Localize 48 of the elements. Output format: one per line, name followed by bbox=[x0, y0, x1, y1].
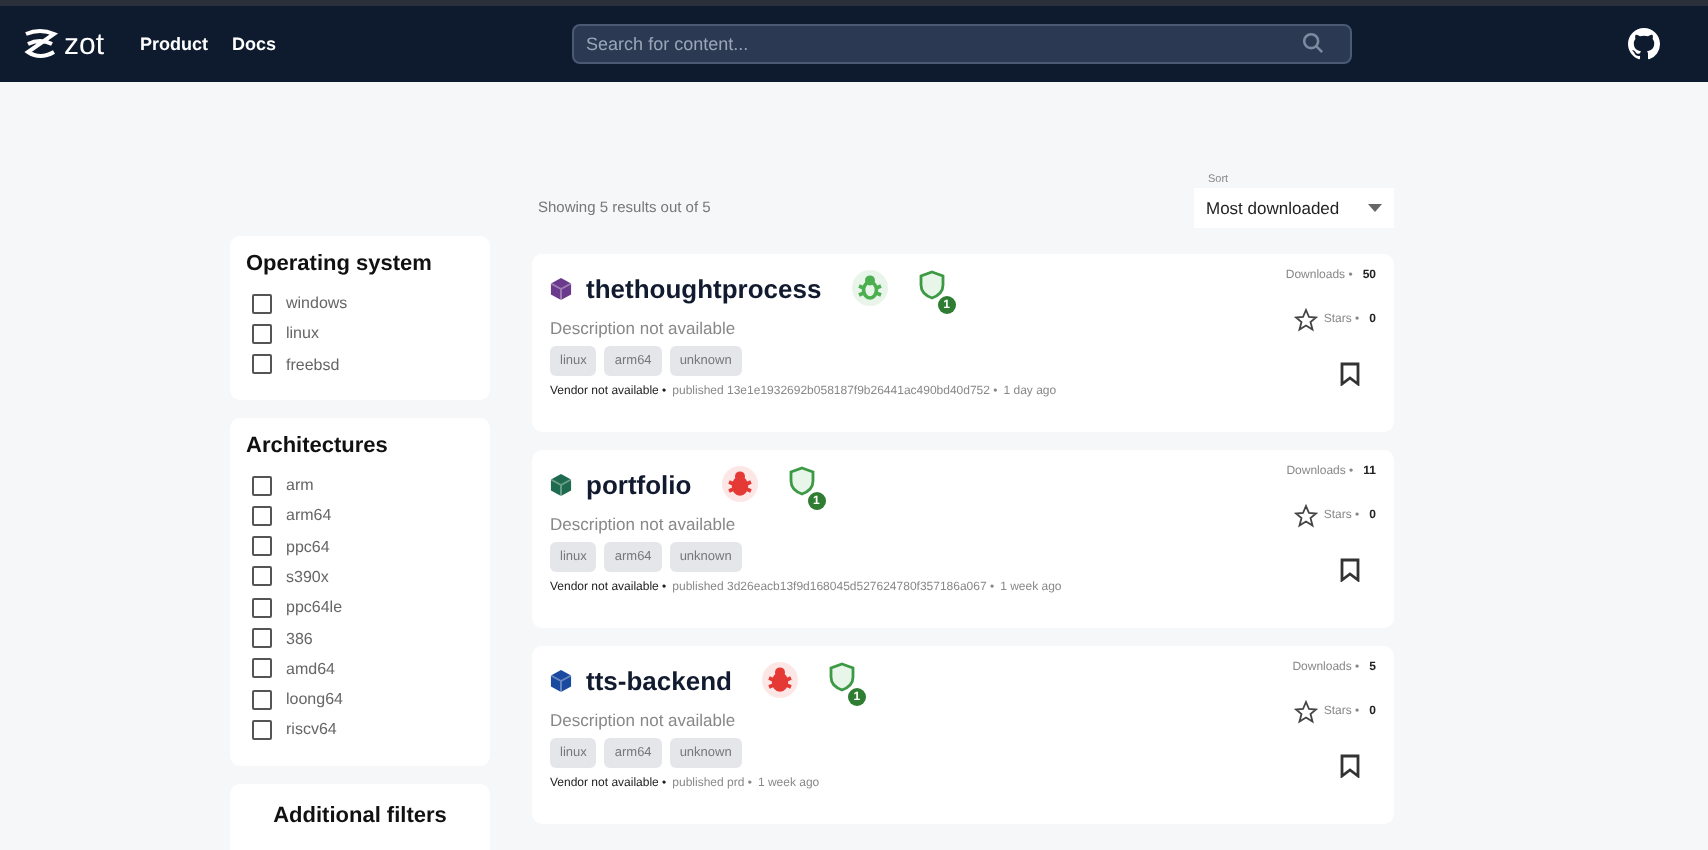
repo-name[interactable]: tts-backend bbox=[586, 665, 732, 695]
checkbox[interactable] bbox=[252, 689, 272, 710]
checkbox[interactable] bbox=[252, 323, 272, 344]
star-icon[interactable] bbox=[1293, 504, 1318, 528]
checkbox[interactable] bbox=[252, 597, 272, 618]
filter-option-label[interactable]: riscv64 bbox=[286, 720, 337, 739]
filter-option-label[interactable]: 386 bbox=[286, 629, 313, 648]
checkbox[interactable] bbox=[252, 658, 272, 679]
repo-description: Description not available bbox=[550, 514, 738, 534]
filter-title: Architectures bbox=[246, 433, 390, 458]
checkbox[interactable] bbox=[252, 505, 272, 526]
repo-description: Description not available bbox=[550, 318, 738, 338]
star-icon[interactable] bbox=[1293, 700, 1318, 724]
nav-link[interactable]: Docs bbox=[232, 34, 277, 54]
checkbox[interactable] bbox=[252, 628, 272, 649]
filter-option-label[interactable]: ppc64le bbox=[286, 598, 343, 617]
github-icon[interactable] bbox=[1628, 28, 1661, 60]
filter-option-label[interactable]: arm bbox=[286, 476, 314, 495]
bookmark-icon[interactable] bbox=[1340, 754, 1360, 778]
filter-option-label[interactable]: s390x bbox=[286, 567, 329, 586]
filter-option-label[interactable]: amd64 bbox=[286, 659, 335, 678]
filter-option-label[interactable]: ppc64 bbox=[286, 537, 330, 556]
checkbox[interactable] bbox=[252, 536, 272, 557]
star-icon[interactable] bbox=[1293, 308, 1318, 332]
checkbox[interactable] bbox=[252, 475, 272, 496]
logo-icon bbox=[20, 28, 60, 60]
filter-title: Operating system bbox=[246, 252, 434, 276]
filter-option-label[interactable]: freebsd bbox=[286, 355, 340, 374]
repo-name[interactable]: thethoughtprocess bbox=[586, 273, 822, 303]
filter-option-label[interactable]: windows bbox=[286, 294, 348, 313]
search-field[interactable]: Search for content... bbox=[572, 24, 1353, 64]
checkbox[interactable] bbox=[252, 719, 272, 740]
filter-title: Additional filters bbox=[271, 803, 449, 828]
filter-option-label[interactable]: loong64 bbox=[286, 690, 343, 709]
caret-icon bbox=[1368, 203, 1382, 211]
filter-option-label[interactable]: arm64 bbox=[286, 506, 332, 525]
filter-option-label[interactable]: linux bbox=[286, 324, 319, 343]
repo-name[interactable]: portfolio bbox=[586, 469, 692, 499]
bookmark-icon[interactable] bbox=[1340, 362, 1360, 386]
sort-dropdown[interactable]: Most downloaded bbox=[1194, 187, 1394, 227]
search-icon[interactable] bbox=[1302, 32, 1325, 54]
logo-text[interactable]: zot bbox=[64, 27, 105, 61]
checkbox[interactable] bbox=[252, 293, 272, 314]
nav-link[interactable]: Product bbox=[140, 34, 209, 54]
repo-description: Description not available bbox=[550, 710, 738, 730]
checkbox[interactable] bbox=[252, 566, 272, 587]
checkbox[interactable] bbox=[252, 354, 272, 375]
bookmark-icon[interactable] bbox=[1340, 558, 1360, 582]
